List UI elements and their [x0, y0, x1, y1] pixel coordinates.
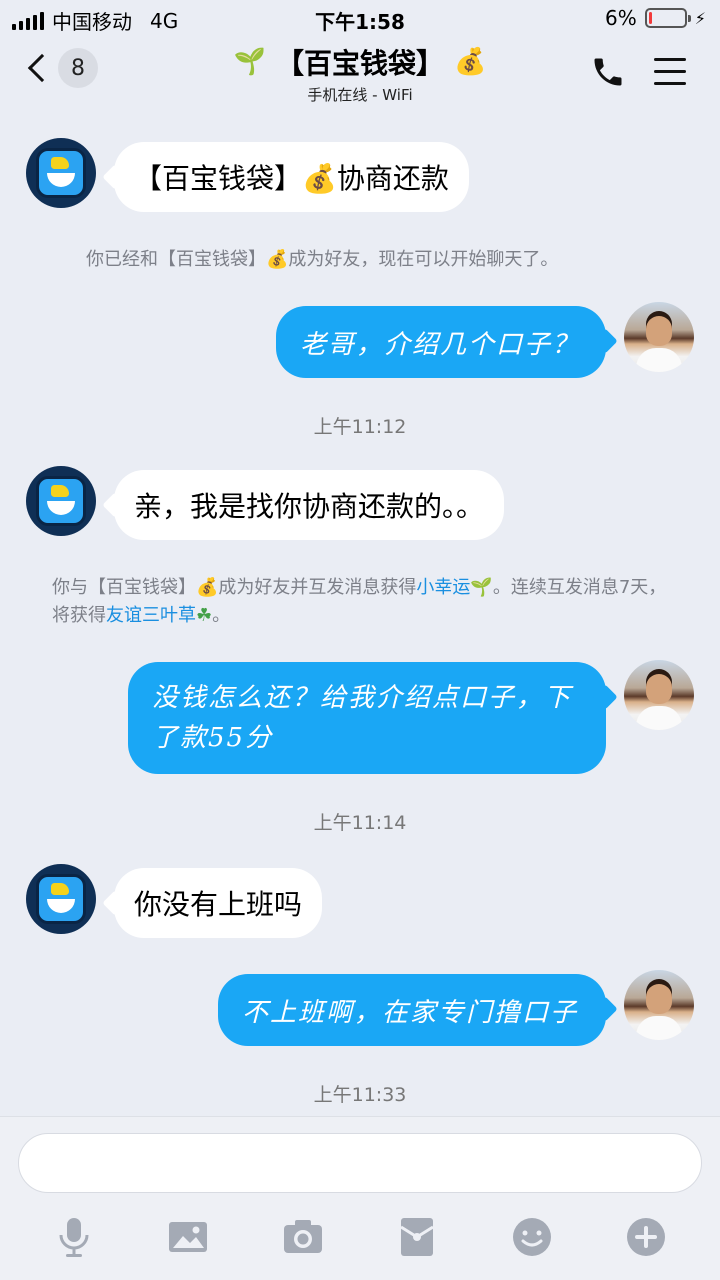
contact-avatar[interactable] [26, 466, 96, 536]
menu-button[interactable] [654, 58, 686, 86]
image-button[interactable] [166, 1215, 210, 1259]
sprout-icon: 🌱 [470, 577, 493, 598]
charging-icon: ⚡ [694, 8, 706, 28]
voice-button[interactable] [52, 1215, 96, 1259]
message-bubble-incoming[interactable]: 【百宝钱袋】💰协商还款 [114, 142, 469, 212]
sprout-icon: 🌱 [233, 47, 266, 77]
message-bubble-incoming[interactable]: 你没有上班吗 [114, 868, 323, 938]
message-text: 老哥，介绍几个口子？ [300, 329, 581, 360]
status-bar: 中国移动 4G 下午1:58 6% ⚡ [0, 0, 720, 36]
message-bubble-incoming[interactable]: 亲，我是找你协商还款的。。 [114, 470, 505, 540]
chat-area[interactable]: 【百宝钱袋】💰协商还款 你已经和【百宝钱袋】💰成为好友，现在可以开始聊天了。 老… [0, 112, 720, 1116]
notice-text: 你与【百宝钱袋】💰成为好友并互发消息获得 [52, 577, 417, 598]
image-icon [169, 1222, 207, 1252]
message-line: 没钱怎么还？给我介绍点口子，下 [152, 683, 573, 713]
battery-percent: 6% [605, 6, 637, 30]
message-bubble-outgoing[interactable]: 没钱怎么还？给我介绍点口子，下 了款55分 [128, 662, 606, 774]
user-avatar[interactable] [624, 302, 694, 372]
money-bag-icon: 💰 [454, 47, 487, 77]
emoji-icon [513, 1218, 551, 1256]
timestamp: 上午11:33 [313, 1084, 407, 1106]
back-button[interactable]: 8 [24, 48, 98, 88]
chat-title-area[interactable]: 🌱 【百宝钱袋】 💰 手机在线 - WiFi [160, 42, 560, 105]
microphone-icon [59, 1218, 89, 1257]
unread-badge: 8 [58, 48, 98, 88]
chat-header: 8 🌱 【百宝钱袋】 💰 手机在线 - WiFi [0, 36, 720, 112]
clover-icon: ☘ [196, 605, 213, 626]
chevron-left-icon [27, 53, 57, 83]
notice-text: 。 [212, 605, 231, 626]
notice-text: 你已经和【百宝钱袋】💰成为好友，现在可以开始聊天了。 [86, 249, 559, 270]
status-right: 6% ⚡ [605, 6, 706, 30]
input-toolbar [0, 1213, 720, 1263]
contact-avatar[interactable] [26, 138, 96, 208]
emoji-button[interactable] [510, 1215, 554, 1259]
message-bubble-outgoing[interactable]: 老哥，介绍几个口子？ [276, 306, 606, 378]
red-packet-button[interactable] [395, 1215, 439, 1259]
system-notice: 你已经和【百宝钱袋】💰成为好友，现在可以开始聊天了。 [86, 246, 686, 274]
more-button[interactable] [624, 1215, 668, 1259]
message-bubble-outgoing[interactable]: 不上班啊，在家专门撸口子 [218, 974, 606, 1046]
message-text: 亲，我是找你协商还款的。。 [134, 490, 485, 523]
chat-title-text: 【百宝钱袋】 [275, 47, 444, 80]
battery-icon [644, 8, 691, 28]
timestamp: 上午11:14 [313, 812, 407, 834]
plus-icon [627, 1218, 665, 1256]
message-input[interactable] [18, 1133, 702, 1193]
input-area [0, 1116, 720, 1280]
clover-link[interactable]: 友谊三叶草 [106, 605, 196, 626]
message-text: 你没有上班吗 [134, 888, 303, 921]
message-line: 了款55分 [152, 723, 274, 753]
phone-call-button[interactable] [590, 54, 626, 90]
phone-icon [594, 58, 622, 86]
camera-button[interactable] [281, 1215, 325, 1259]
system-notice: 你与【百宝钱袋】💰成为好友并互发消息获得小幸运🌱。连续互发消息7天，将获得友谊三… [52, 574, 682, 630]
message-text: 没钱怎么还？给我介绍点口子，下 了款55分 [152, 678, 572, 758]
lucky-link[interactable]: 小幸运 [416, 577, 470, 598]
message-text: 【百宝钱袋】💰协商还款 [134, 162, 449, 195]
red-packet-icon [400, 1218, 434, 1256]
user-avatar[interactable] [624, 660, 694, 730]
chat-title: 🌱 【百宝钱袋】 💰 [234, 42, 487, 82]
timestamp: 上午11:12 [313, 416, 407, 438]
message-text: 不上班啊，在家专门撸口子 [242, 997, 579, 1028]
user-avatar[interactable] [624, 970, 694, 1040]
camera-icon [284, 1220, 322, 1253]
contact-avatar[interactable] [26, 864, 96, 934]
online-status: 手机在线 - WiFi [307, 86, 413, 104]
